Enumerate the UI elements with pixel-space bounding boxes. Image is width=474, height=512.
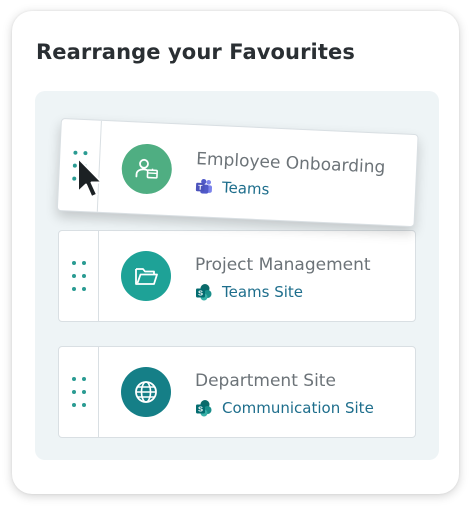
drag-dots-icon [72,377,86,407]
favourite-item-department-site[interactable]: Department Site S Communication Site [58,346,416,438]
item-title: Employee Onboarding [195,149,386,178]
globe-icon [121,367,171,417]
item-title: Department Site [195,371,336,391]
svg-text:S: S [198,405,203,414]
favourite-item-employee-onboarding[interactable]: Employee Onboarding T Teams [56,118,419,228]
sharepoint-icon: S [196,284,212,301]
favourite-item-project-management[interactable]: Project Management S Teams Site [58,230,416,322]
item-type-label: Communication Site [222,399,374,417]
sharepoint-icon: S [196,400,212,417]
svg-text:S: S [198,289,203,298]
drag-dots-icon [72,261,86,291]
drag-handle[interactable] [59,231,99,321]
item-type[interactable]: T Teams [195,177,270,199]
mouse-cursor-icon [77,157,103,198]
item-type-label: Teams Site [222,283,304,301]
folder-icon [121,251,171,301]
teams-icon: T [195,178,213,194]
item-type[interactable]: S Teams Site [195,283,303,301]
item-type[interactable]: S Communication Site [195,399,374,417]
drag-handle[interactable] [59,347,99,437]
item-type-label: Teams [221,178,270,199]
user-card-icon [120,142,173,195]
item-title: Project Management [195,255,371,275]
page-title: Rearrange your Favourites [36,40,355,64]
